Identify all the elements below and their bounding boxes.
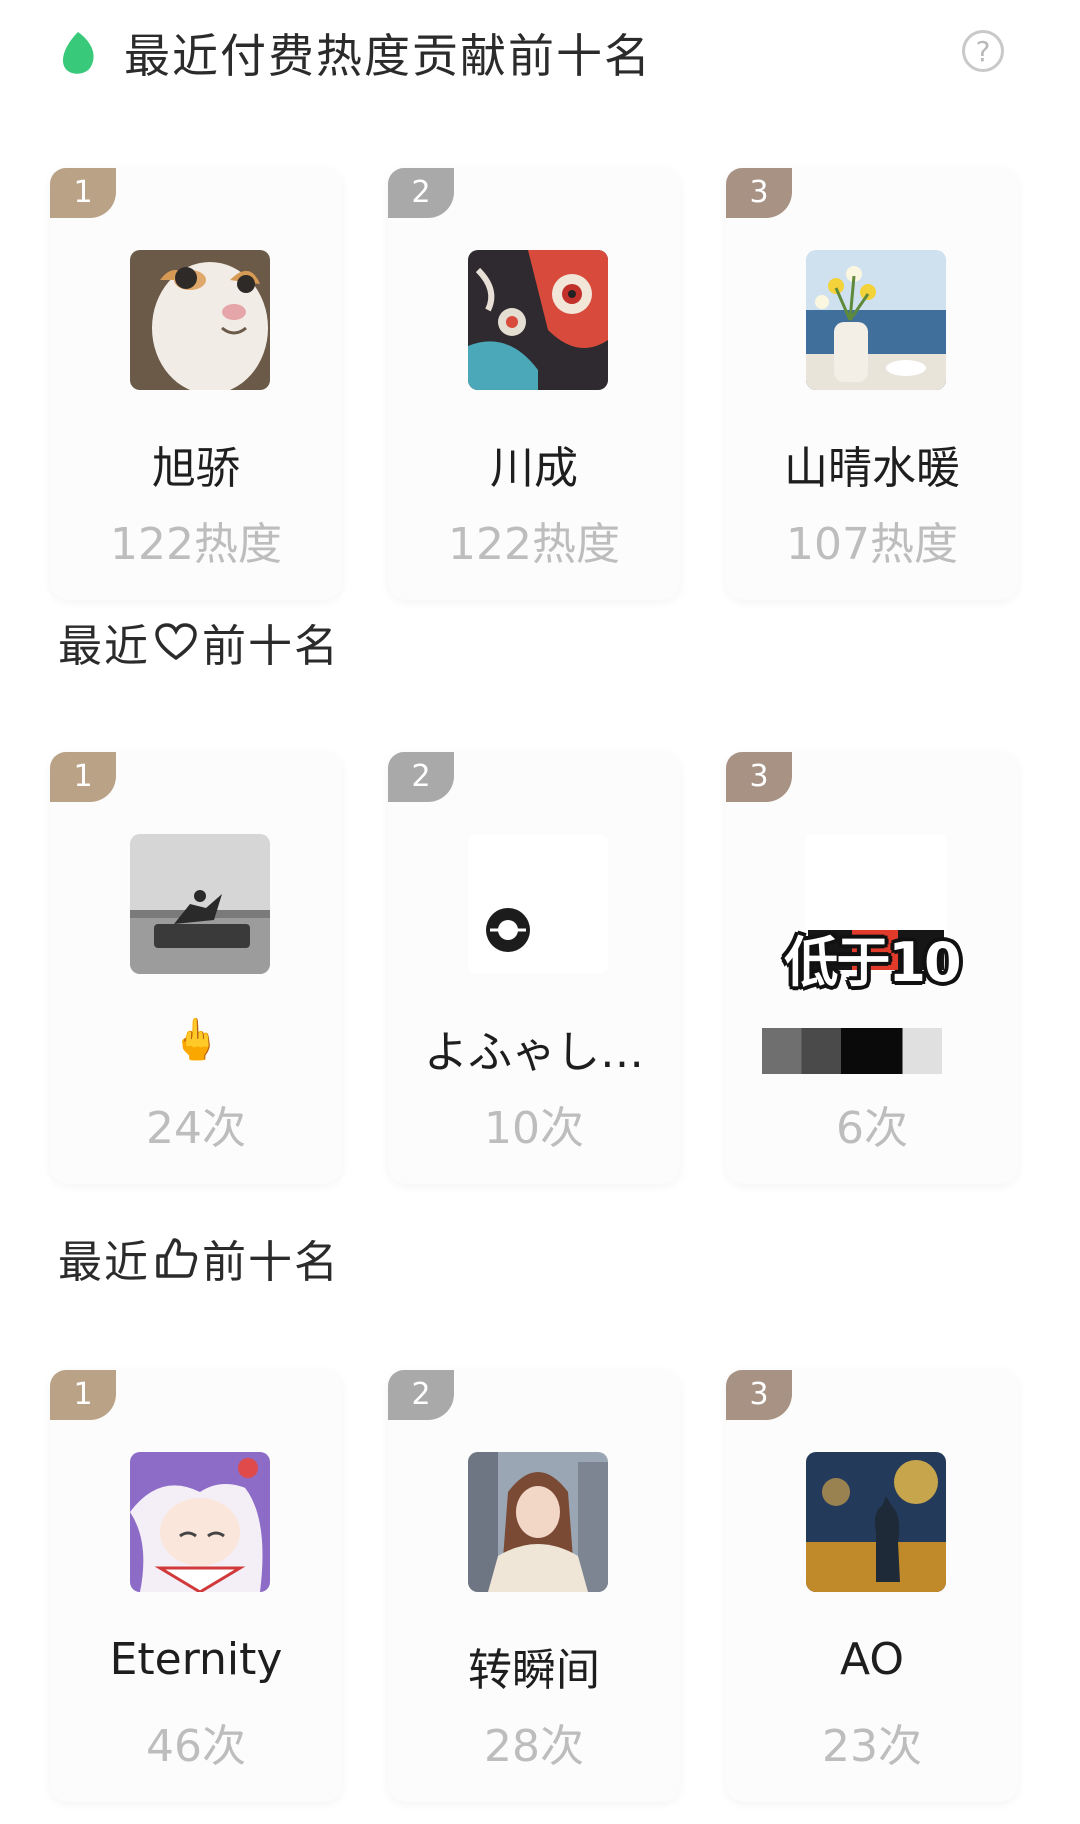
rank-badge: 2 (388, 752, 454, 802)
censor-label: 低于10 (784, 931, 961, 994)
user-name: Eternity (109, 1634, 283, 1685)
paid-card-1[interactable]: 1 旭骄 122热度 (50, 168, 342, 600)
thumbs-up-outline-icon (156, 1238, 198, 1278)
like-count: 23次 (822, 1721, 922, 1772)
heart-section-title: 最近 前十名 (58, 621, 340, 672)
censored-name-block (762, 1028, 942, 1074)
avatar (806, 250, 946, 390)
like-count: 28次 (484, 1721, 584, 1772)
rank-badge: 3 (726, 168, 792, 218)
avatar (468, 250, 608, 390)
user-name: 旭骄 (152, 443, 240, 494)
avatar (468, 834, 608, 974)
user-name: 川成 (490, 443, 578, 494)
user-name: 转瞬间 (468, 1645, 600, 1696)
user-name: 山晴水暖 (784, 443, 960, 494)
heart-card-3[interactable]: 3 低于10 6次 (726, 752, 1018, 1184)
heart-count: 24次 (146, 1103, 246, 1154)
avatar (806, 1452, 946, 1592)
user-name: 🖕 (171, 1017, 221, 1063)
avatar (130, 250, 270, 390)
heat-value: 107热度 (786, 519, 958, 570)
like-count: 46次 (146, 1721, 246, 1772)
page-title: 最近付费热度贡献前十名 (124, 29, 652, 83)
heart-card-2[interactable]: 2 よふゃし… 10次 (388, 752, 680, 1184)
rank-badge: 1 (50, 168, 116, 218)
like-section-title: 最近 前十名 (58, 1237, 340, 1288)
rank-badge: 1 (50, 1370, 116, 1420)
heart-count: 6次 (836, 1103, 908, 1154)
like-card-1[interactable]: 1 Eternity 46次 (50, 1370, 342, 1802)
like-card-3[interactable]: 3 AO 23次 (726, 1370, 1018, 1802)
avatar (130, 1452, 270, 1592)
rank-badge: 1 (50, 752, 116, 802)
user-name: よふゃし… (424, 1027, 644, 1078)
heat-value: 122热度 (448, 519, 620, 570)
avatar (130, 834, 270, 974)
rank-badge: 2 (388, 1370, 454, 1420)
heart-count: 10次 (484, 1103, 584, 1154)
leaf-icon (62, 32, 94, 74)
rank-badge: 3 (726, 752, 792, 802)
paid-section-header: 最近付费热度贡献前十名 ? (0, 0, 1080, 110)
user-name: AO (840, 1634, 904, 1685)
help-icon[interactable]: ? (962, 30, 1004, 72)
like-card-2[interactable]: 2 转瞬间 28次 (388, 1370, 680, 1802)
heart-card-1[interactable]: 1 🖕 24次 (50, 752, 342, 1184)
heart-outline-icon (155, 623, 197, 661)
avatar (468, 1452, 608, 1592)
paid-card-3[interactable]: 3 山晴水暖 107热度 (726, 168, 1018, 600)
heat-value: 122热度 (110, 519, 282, 570)
paid-card-2[interactable]: 2 川成 122热度 (388, 168, 680, 600)
rank-badge: 3 (726, 1370, 792, 1420)
rank-badge: 2 (388, 168, 454, 218)
